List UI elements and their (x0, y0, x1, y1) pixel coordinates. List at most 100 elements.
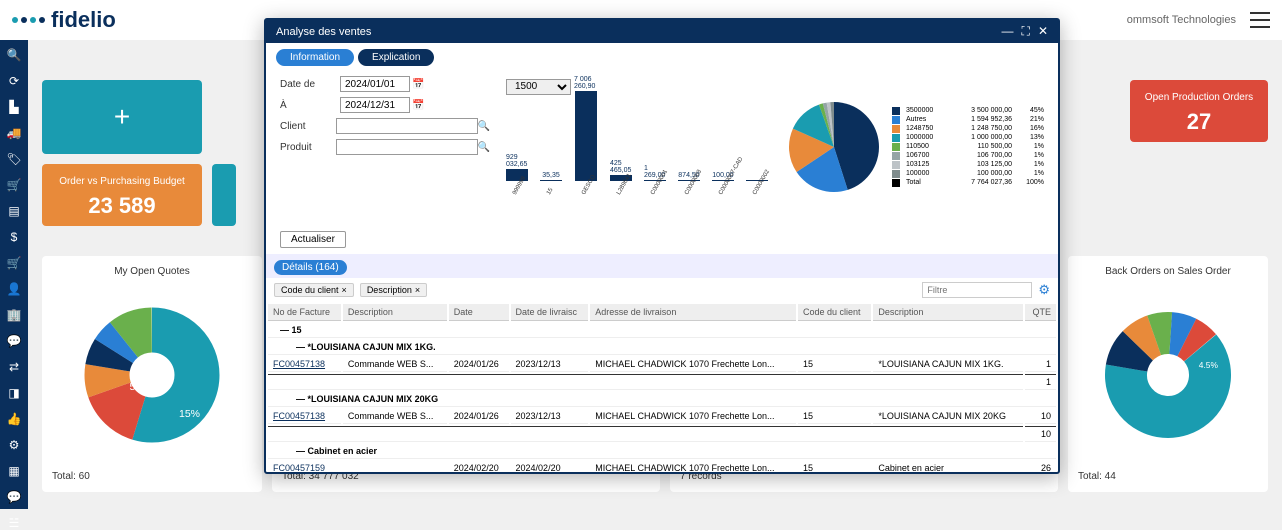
filter-form: Date de 📅 À 📅 Client 🔍 Produit 🔍 (280, 76, 490, 219)
doc-icon[interactable]: ▤ (6, 204, 22, 218)
limit-select[interactable]: 1500 (506, 79, 571, 95)
building-icon[interactable]: 🏢 (6, 308, 22, 322)
company-name: ommsoft Technologies (1127, 14, 1236, 26)
col-address[interactable]: Adresse de livraison (590, 304, 796, 321)
truck-icon[interactable]: 🚚 (6, 126, 22, 140)
tab-explication[interactable]: Explication (358, 49, 434, 66)
production-orders-card[interactable]: Open Production Orders 27 (1130, 80, 1268, 142)
panel-title: My Open Quotes (52, 266, 252, 277)
legend-row: Autres1 594 952,3621% (892, 116, 1044, 124)
sales-pie-chart (784, 97, 884, 197)
bar-item: 425 465,05L289641 (610, 160, 632, 198)
search-icon[interactable]: 🔍 (6, 48, 22, 62)
legend-row: 100000100 000,001% (892, 170, 1044, 178)
msg-icon[interactable]: 💬 (6, 490, 22, 504)
logo: fidelio (12, 7, 116, 33)
date-to-label: À (280, 100, 340, 111)
quotes-donut-chart: 55% 15% (77, 300, 227, 450)
refresh-button[interactable]: Actualiser (280, 231, 346, 248)
bar-item: 35,3515 (540, 172, 562, 199)
brand-name: fidelio (51, 7, 116, 33)
gear-icon[interactable]: ⚙ (1038, 282, 1050, 298)
remove-icon: × (415, 285, 420, 295)
card-title: Order vs Purchasing Budget (54, 176, 190, 187)
product-label: Produit (280, 142, 336, 153)
calendar-icon[interactable]: 📅 (412, 100, 424, 111)
product-input[interactable] (336, 139, 478, 155)
date-from-input[interactable] (340, 76, 410, 92)
chat-icon[interactable]: 💬 (6, 334, 22, 348)
col-qty[interactable]: QTE (1025, 304, 1056, 321)
svg-text:15%: 15% (179, 408, 200, 420)
sales-analysis-modal: Analyse des ventes — ⛶ ✕ Information Exp… (264, 18, 1060, 474)
minimize-icon[interactable]: — (1002, 24, 1014, 39)
hamburger-icon[interactable] (1250, 12, 1270, 28)
bar-item: 100,00C0000007-CAD (712, 172, 734, 199)
details-table: No de Facture Description Date Date de l… (266, 302, 1058, 472)
my-open-quotes-panel: My Open Quotes 55% 15% Total: 60 (42, 256, 262, 492)
tab-information[interactable]: Information (276, 49, 354, 66)
total-label: Total: 60 (52, 471, 252, 482)
bars-icon[interactable]: ☱ (6, 516, 22, 530)
refresh-icon[interactable]: ⟳ (6, 74, 22, 88)
add-card[interactable]: + (42, 80, 202, 154)
col-date[interactable]: Date (449, 304, 509, 321)
user-icon[interactable]: 👤 (6, 282, 22, 296)
legend-row: 10000001 000 000,0013% (892, 134, 1044, 142)
search-icon[interactable]: 🔍 (478, 142, 490, 153)
chart-icon[interactable]: ▙ (6, 100, 22, 114)
back-orders-panel: Back Orders on Sales Order 4.5% Total: 4… (1068, 256, 1268, 492)
remove-icon: × (342, 285, 347, 295)
backorders-donut-chart: 4.5% (1098, 305, 1238, 445)
filter-input[interactable] (922, 282, 1032, 298)
money-icon[interactable]: $ (6, 230, 22, 244)
table-row[interactable]: FC00457138Commande WEB S...2024/01/26202… (268, 357, 1056, 372)
col-description2[interactable]: Description (873, 304, 1023, 321)
panel-title: Back Orders on Sales Order (1078, 266, 1258, 277)
invoice-link[interactable]: FC00457138 (273, 359, 325, 369)
calendar-icon[interactable]: 📅 (412, 79, 424, 90)
legend-row: 106700106 700,001% (892, 152, 1044, 160)
modal-titlebar[interactable]: Analyse des ventes — ⛶ ✕ (266, 20, 1058, 43)
client-input[interactable] (336, 118, 478, 134)
cart-icon[interactable]: 🛒 (6, 178, 22, 192)
col-delivery-date[interactable]: Date de livraisc (511, 304, 589, 321)
search-icon[interactable]: 🔍 (478, 121, 490, 132)
filter-chip-client[interactable]: Code du client× (274, 283, 354, 297)
details-badge[interactable]: Détails (164) (274, 260, 347, 275)
col-description[interactable]: Description (343, 304, 447, 321)
bar-item: C0000002 (746, 179, 768, 199)
modal-title-text: Analyse des ventes (276, 26, 371, 38)
thumb-icon[interactable]: 👍 (6, 412, 22, 426)
maximize-icon[interactable]: ⛶ (1022, 24, 1030, 39)
date-to-input[interactable] (340, 97, 410, 113)
client-label: Client (280, 121, 336, 132)
legend-row: 35000003 500 000,0045% (892, 107, 1044, 115)
invoice-link[interactable]: FC00457159 (273, 463, 325, 472)
bar-item: 929 032,65999999 (506, 154, 528, 199)
cog-icon[interactable]: ⚙ (6, 438, 22, 452)
col-client-code[interactable]: Code du client (798, 304, 871, 321)
cart2-icon[interactable]: 🛒 (6, 256, 22, 270)
grid-icon[interactable]: ▦ (6, 464, 22, 478)
filter-chip-description[interactable]: Description× (360, 283, 427, 297)
dash-icon[interactable]: ◨ (6, 386, 22, 400)
legend-row: 110500110 500,001% (892, 143, 1044, 151)
total-label: Total: 44 (1078, 471, 1258, 482)
legend-row: 12487501 248 750,0016% (892, 125, 1044, 133)
teal-card-stub[interactable] (212, 164, 236, 226)
card-value: 23 589 (54, 193, 190, 219)
order-budget-card[interactable]: Order vs Purchasing Budget 23 589 (42, 164, 202, 226)
date-from-label: Date de (280, 79, 340, 90)
invoice-link[interactable]: FC00457138 (273, 411, 325, 421)
svg-text:4.5%: 4.5% (1199, 360, 1219, 370)
svg-text:55%: 55% (130, 381, 151, 393)
swap-icon[interactable]: ⇄ (6, 360, 22, 374)
col-invoice[interactable]: No de Facture (268, 304, 341, 321)
card-title: Open Production Orders (1142, 92, 1256, 103)
tag-icon[interactable]: 🏷 (6, 152, 22, 166)
table-row[interactable]: FC004571592024/02/202024/02/20MICHAEL CH… (268, 461, 1056, 472)
sales-bar-chart: 929 032,6599999935,35157 006 260,90GESCO… (506, 99, 768, 219)
table-row[interactable]: FC00457138Commande WEB S...2024/01/26202… (268, 409, 1056, 424)
close-icon[interactable]: ✕ (1038, 24, 1048, 39)
